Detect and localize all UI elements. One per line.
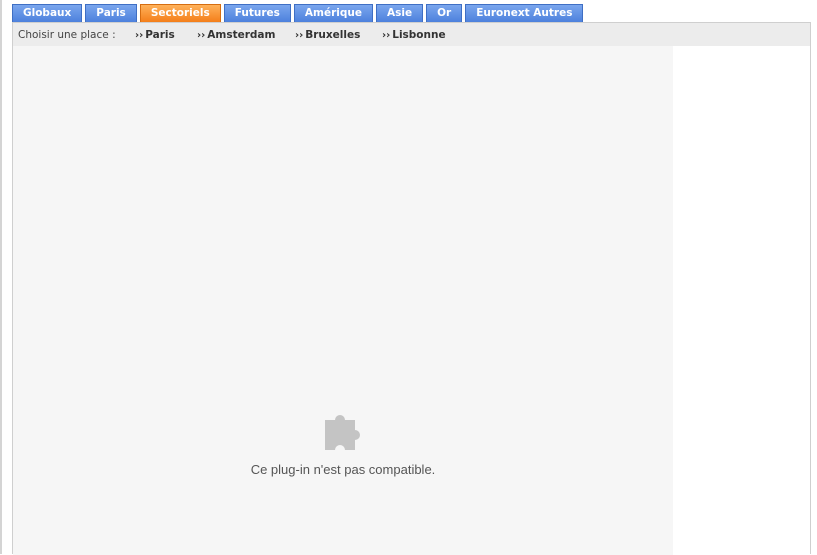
place-link-lisbonne[interactable]: ›› Lisbonne: [382, 23, 446, 48]
plugin-unsupported-message: Ce plug-in n'est pas compatible.: [250, 462, 436, 477]
double-chevron-right-icon: ››: [382, 30, 391, 41]
content-panel: Choisir une place : ›› Paris ›› Amsterdam …: [12, 22, 811, 555]
place-link-label: Bruxelles: [305, 29, 361, 41]
tab-paris[interactable]: Paris: [85, 4, 137, 22]
double-chevron-right-icon: ››: [295, 30, 304, 41]
tab-globaux[interactable]: Globaux: [12, 4, 83, 22]
place-link-label: Lisbonne: [392, 29, 446, 41]
double-chevron-right-icon: ››: [135, 30, 144, 41]
place-link-paris[interactable]: ›› Paris: [135, 23, 175, 48]
tab-futures[interactable]: Futures: [223, 4, 291, 22]
place-link-bruxelles[interactable]: ›› Bruxelles: [295, 23, 360, 48]
window-left-edge: [0, 0, 2, 554]
tab-euronext-autres[interactable]: Euronext Autres: [465, 4, 584, 22]
place-selector-label: Choisir une place :: [18, 29, 116, 41]
market-tabs: Globaux Paris Sectoriels Futures Amériqu…: [12, 4, 584, 22]
tab-or[interactable]: Or: [426, 4, 463, 22]
double-chevron-right-icon: ››: [197, 30, 206, 41]
place-link-label: Amsterdam: [207, 29, 276, 41]
place-link-amsterdam[interactable]: ›› Amsterdam: [197, 23, 275, 48]
puzzle-piece-icon: [325, 415, 360, 450]
tab-asie[interactable]: Asie: [375, 4, 424, 22]
place-selector: Choisir une place : ›› Paris ›› Amsterdam …: [13, 23, 810, 46]
tab-sectoriels[interactable]: Sectoriels: [139, 4, 221, 22]
plugin-placeholder: Ce plug-in n'est pas compatible.: [13, 46, 673, 555]
place-link-label: Paris: [145, 29, 175, 41]
tab-amerique[interactable]: Amérique: [293, 4, 373, 22]
